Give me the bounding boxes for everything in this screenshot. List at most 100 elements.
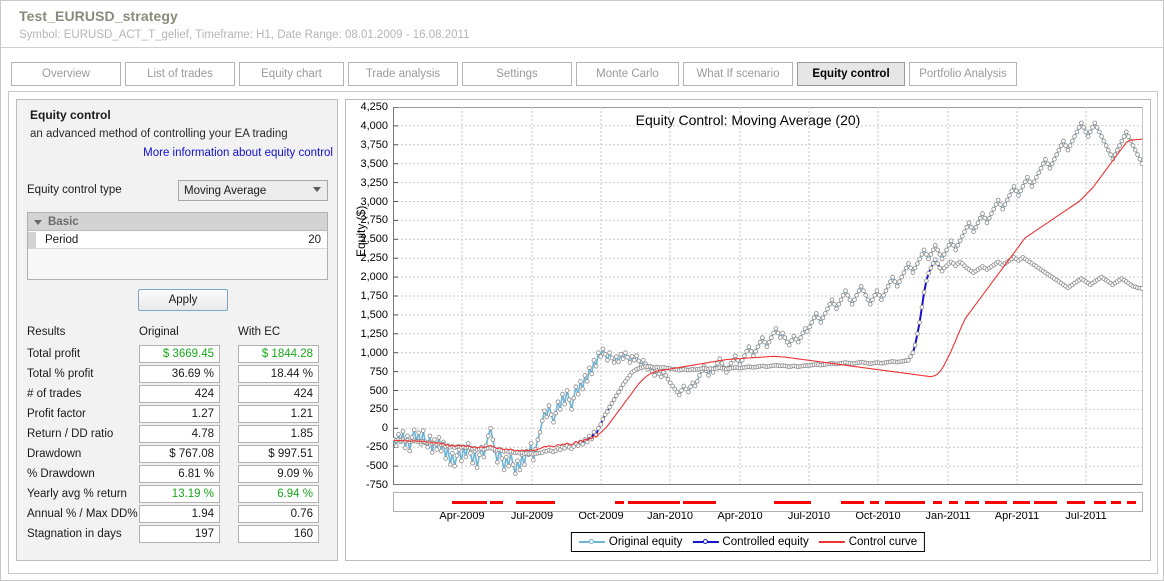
results-value-original: 197 xyxy=(139,525,220,543)
legend-item: Controlled equity xyxy=(692,536,809,548)
parameter-name: Period xyxy=(45,234,79,246)
panel-title: Equity control xyxy=(30,108,111,122)
y-axis-tick: -500 xyxy=(365,460,388,473)
tab-list-of-trades[interactable]: List of trades xyxy=(125,62,235,86)
results-row: Total % profit 36.69 % 18.44 % xyxy=(17,365,337,385)
drawdown-marker xyxy=(1034,501,1057,504)
results-row: # of trades 424 424 xyxy=(17,385,337,405)
results-value-original: 1.94 xyxy=(139,505,220,523)
tab-equity-control[interactable]: Equity control xyxy=(797,62,905,86)
results-header-original: Original xyxy=(139,326,179,338)
window-header: Test_EURUSD_strategy Symbol: EURUSD_ACT_… xyxy=(1,1,1163,48)
drawdown-marker xyxy=(841,501,865,504)
y-axis-tick: 0 xyxy=(381,422,388,435)
legend-label: Controlled equity xyxy=(722,536,809,548)
results-value-with-ec: $ 997.51 xyxy=(238,445,319,463)
collapse-triangle-icon xyxy=(34,219,42,225)
tab-trade-analysis[interactable]: Trade analysis xyxy=(348,62,458,86)
equity-control-panel: Equity control an advanced method of con… xyxy=(16,99,338,561)
parameter-group-header[interactable]: Basic xyxy=(28,213,327,231)
drawdown-marker xyxy=(984,501,1007,504)
legend-item: Original equity xyxy=(578,536,682,548)
legend-swatch xyxy=(578,537,605,547)
drawdown-marker xyxy=(1094,501,1107,504)
content-area: Equity control an advanced method of con… xyxy=(8,91,1158,574)
results-row: Yearly avg % return 13.19 % 6.94 % xyxy=(17,485,337,505)
drawdown-marker xyxy=(885,501,926,504)
strategy-title: Test_EURUSD_strategy xyxy=(19,8,178,24)
results-row-label: % Drawdown xyxy=(27,468,95,480)
drawdown-marker xyxy=(1110,501,1122,504)
results-row-label: Drawdown xyxy=(27,448,82,460)
legend-label: Control curve xyxy=(848,536,918,548)
results-row: Return / DD ratio 4.78 1.85 xyxy=(17,425,337,445)
tab-settings[interactable]: Settings xyxy=(462,62,572,86)
drawdown-marker xyxy=(682,501,717,504)
results-value-with-ec: 1.21 xyxy=(238,405,319,423)
equity-plot: Equity ($) 4,250 4,000 3,750 3,500 3,250 3,00… xyxy=(354,101,1145,522)
results-value-with-ec: 424 xyxy=(238,385,319,403)
results-row: Annual % / Max DD% 1.94 0.76 xyxy=(17,505,337,525)
apply-button[interactable]: Apply xyxy=(138,289,228,311)
y-axis-tick: 4,000 xyxy=(360,119,388,132)
drawdown-marker xyxy=(869,501,879,504)
results-row-label: # of trades xyxy=(27,388,82,400)
results-value-with-ec: 1.85 xyxy=(238,425,319,443)
drawdown-marker xyxy=(1013,501,1030,504)
parameter-grid: Basic Period 20 xyxy=(27,212,328,280)
results-header-with-ec: With EC xyxy=(238,326,281,338)
y-axis-tick: 1,500 xyxy=(360,308,388,321)
y-axis-tick: 250 xyxy=(369,403,388,416)
tab-bar: Overview List of trades Equity chart Trade … xyxy=(1,49,1163,87)
results-value-with-ec: 160 xyxy=(238,525,319,543)
results-row-label: Total profit xyxy=(27,348,81,360)
chart-panel: Equity Control: Moving Average (20) Equi… xyxy=(345,99,1151,561)
legend-swatch xyxy=(818,537,845,547)
y-axis-tick: 4,250 xyxy=(360,101,388,113)
y-axis-tick: 3,500 xyxy=(360,157,388,170)
tab-overview[interactable]: Overview xyxy=(11,62,121,86)
equity-control-window: Test_EURUSD_strategy Symbol: EURUSD_ACT_… xyxy=(0,0,1164,581)
drawdown-marker xyxy=(932,501,943,504)
tab-equity-chart[interactable]: Equity chart xyxy=(239,62,344,86)
results-row: Profit factor 1.27 1.21 xyxy=(17,405,337,425)
y-axis-tick: 750 xyxy=(369,365,388,378)
results-row-label: Stagnation in days xyxy=(27,528,122,540)
y-axis-tick: 1,750 xyxy=(360,290,388,302)
drawdown-marker xyxy=(452,501,487,504)
parameter-value[interactable]: 20 xyxy=(308,234,321,246)
parameter-row-period[interactable]: Period 20 xyxy=(28,232,327,249)
y-axis-tick: 2,250 xyxy=(360,252,388,265)
tab-what-if-scenario[interactable]: What If scenario xyxy=(683,62,793,86)
panel-description: an advanced method of controlling your E… xyxy=(30,128,288,140)
equity-control-type-value: Moving Average xyxy=(184,184,267,197)
chart-legend: Original equity Controlled equity Control … xyxy=(570,532,926,552)
drawdown-strip xyxy=(393,492,1143,512)
drawdown-marker xyxy=(965,501,979,504)
plot-canvas xyxy=(391,106,1145,486)
tab-portfolio-analysis[interactable]: Portfolio Analysis xyxy=(909,62,1017,86)
results-row-label: Return / DD ratio xyxy=(27,428,114,440)
drawdown-marker xyxy=(1127,501,1136,504)
results-row-label: Profit factor xyxy=(27,408,86,420)
legend-item: Control curve xyxy=(818,536,918,548)
results-value-with-ec: 18.44 % xyxy=(238,365,319,383)
drawdown-marker xyxy=(773,501,812,504)
drawdown-marker xyxy=(515,501,555,504)
tab-monte-carlo[interactable]: Monte Carlo xyxy=(576,62,679,86)
parameter-group-label: Basic xyxy=(48,215,79,228)
y-axis-tick: -750 xyxy=(365,479,388,491)
drawdown-marker xyxy=(489,501,504,504)
y-axis-tick: 1,000 xyxy=(360,346,388,359)
y-axis-tick: -250 xyxy=(365,441,388,454)
more-info-link[interactable]: More information about equity control xyxy=(143,147,333,159)
y-axis-tick: 3,000 xyxy=(360,195,388,208)
y-axis-tick: 1,250 xyxy=(360,327,388,340)
results-value-original: $ 767.08 xyxy=(139,445,220,463)
results-value-with-ec: $ 1844.28 xyxy=(238,345,319,363)
equity-control-type-select[interactable]: Moving Average xyxy=(178,180,328,201)
results-row: Total profit $ 3669.45 $ 1844.28 xyxy=(17,345,337,365)
results-value-original: 424 xyxy=(139,385,220,403)
y-axis-tick: 3,250 xyxy=(360,176,388,189)
y-axis-tick: 2,000 xyxy=(360,271,388,284)
